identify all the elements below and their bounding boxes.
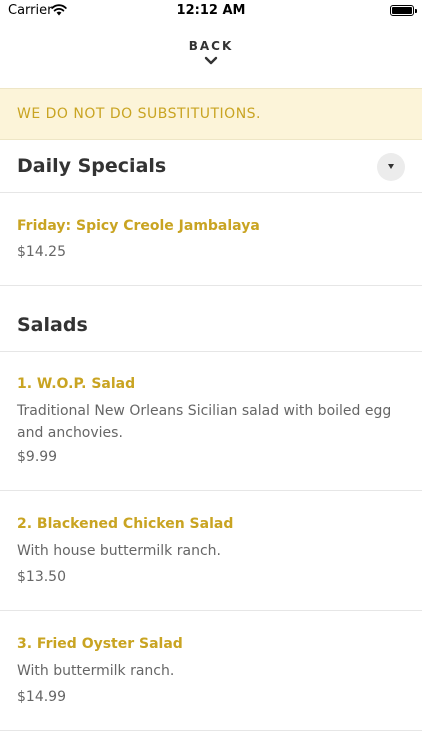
item-name: Friday: Spicy Creole Jambalaya — [17, 218, 260, 234]
back-button[interactable]: BACK — [0, 38, 422, 78]
item-description: With buttermilk ranch. — [17, 663, 175, 679]
substitutions-notice: WE DO NOT DO SUBSTITUTIONS. — [0, 88, 422, 140]
item-description: With house buttermilk ranch. — [17, 543, 221, 559]
item-price: $9.99 — [17, 449, 58, 465]
item-name: 3. Fried Oyster Salad — [17, 636, 183, 652]
section-header-daily-specials: Daily Specials — [0, 141, 422, 193]
item-name: 2. Blackened Chicken Salad — [17, 516, 234, 532]
section-header-salads: Salads — [0, 300, 422, 352]
item-price: $14.99 — [17, 689, 66, 705]
item-price: $14.25 — [17, 244, 66, 260]
chevron-down-icon — [204, 56, 218, 65]
item-name: 1. W.O.P. Salad — [17, 376, 136, 392]
battery-icon — [390, 5, 417, 16]
section-title: Salads — [17, 314, 88, 336]
clock-time: 12:12 AM — [176, 3, 246, 18]
triangle-down-icon[interactable] — [377, 153, 405, 181]
menu-item[interactable]: Friday: Spicy Creole Jambalaya $14.25 — [0, 193, 422, 286]
back-label: BACK — [188, 39, 234, 53]
status-bar: Carrier 12:12 AM — [0, 0, 422, 22]
menu-item[interactable]: 1. W.O.P. Salad Traditional New Orleans … — [0, 352, 422, 491]
menu-item[interactable]: 3. Fried Oyster Salad With buttermilk ra… — [0, 612, 422, 731]
item-price: $13.50 — [17, 569, 66, 585]
section-title: Daily Specials — [17, 155, 167, 177]
menu-item[interactable]: 2. Blackened Chicken Salad With house bu… — [0, 492, 422, 611]
item-description: Traditional New Orleans Sicilian salad w… — [17, 403, 392, 441]
notice-text: WE DO NOT DO SUBSTITUTIONS. — [17, 106, 262, 122]
